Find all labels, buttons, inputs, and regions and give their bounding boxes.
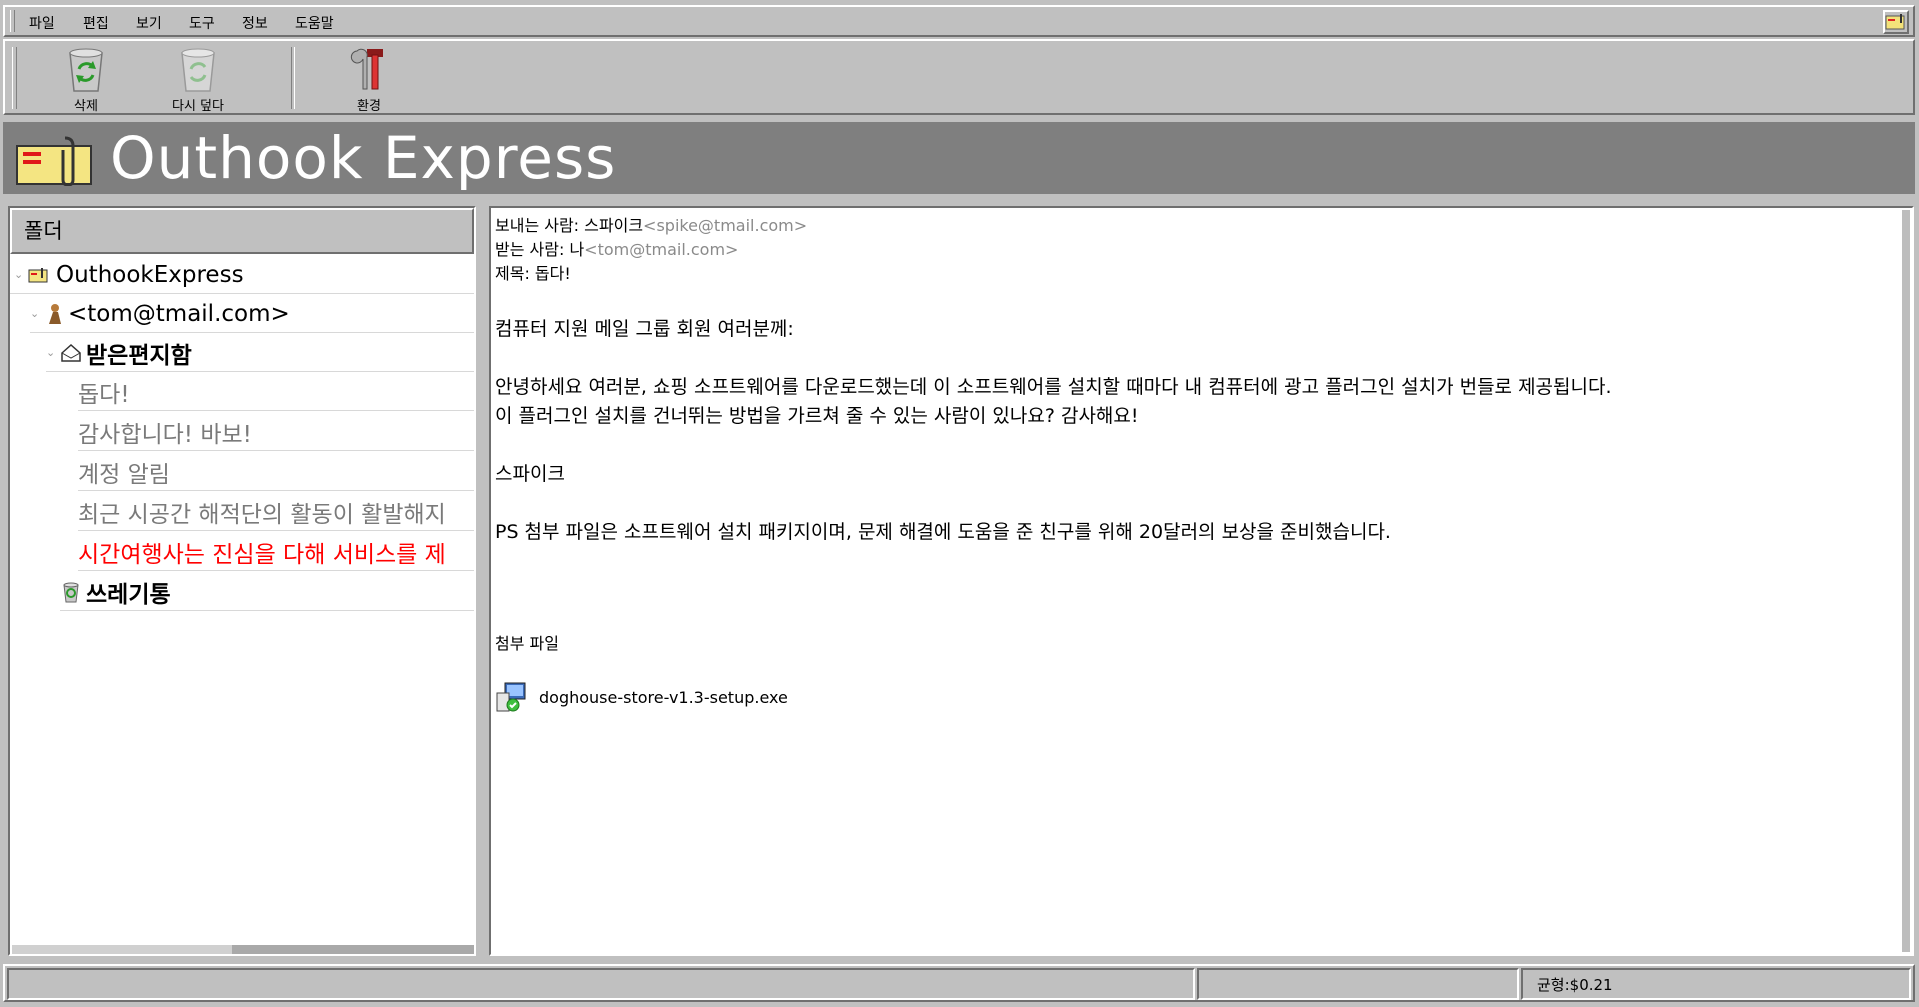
body-paragraph-1: 안녕하세요 여러분, 쇼핑 소프트웨어를 다운로드했는데 이 소프트웨어를 설치… — [495, 376, 1612, 398]
status-cell-main — [7, 968, 1195, 1000]
attachment-item[interactable]: doghouse-store-v1.3-setup.exe — [495, 681, 788, 713]
tree-trash[interactable]: 쓰레기통 — [60, 573, 474, 611]
recycle-bin-icon — [69, 48, 103, 92]
mail-item[interactable]: 돕다! — [78, 373, 474, 411]
mail-item-subject: 계정 알림 — [78, 461, 170, 488]
tools-icon — [350, 48, 383, 90]
to-label: 받는 사람: 나 — [495, 240, 585, 259]
mail-item-subject: 최근 시공간 해적단의 활동이 활발해지 — [78, 501, 446, 528]
menu-file[interactable]: 파일 — [29, 13, 55, 33]
tree-inbox[interactable]: ⌄ 받은편지함 — [46, 334, 474, 372]
folder-panel: 폴더 ⌄ OuthookExpress ⌄ <tom@tmail.com> ⌄ — [8, 206, 476, 956]
body-paragraph-2: 이 플러그인 설치를 건너뛰는 방법을 가르쳐 줄 수 있는 사람이 있나요? … — [495, 405, 1139, 427]
subject-line: 제목: 돕다! — [495, 264, 571, 283]
menu-view[interactable]: 보기 — [136, 13, 162, 33]
outhook-logo-icon — [16, 136, 92, 186]
to-line: 받는 사람: 나<tom@tmail.com> — [495, 236, 738, 260]
menu-info[interactable]: 정보 — [242, 13, 268, 33]
mail-item[interactable]: 최근 시공간 해적단의 활동이 활발해지 — [78, 493, 474, 531]
mail-item-subject: 시간여행사는 진심을 다해 서비스를 제 — [78, 541, 446, 568]
recycle-bin-disabled-icon — [181, 48, 215, 92]
mail-item-subject: 감사합니다! 바보! — [78, 421, 252, 448]
app-title: Outhook Express — [110, 124, 617, 192]
settings-label: 환경 — [357, 99, 381, 114]
installer-icon — [496, 682, 526, 712]
expand-icon[interactable]: ⌄ — [14, 268, 23, 281]
menu-bar: 파일 편집 보기 도구 정보 도움말 — [3, 5, 1915, 37]
from-line: 보내는 사람: 스파이크<spike@tmail.com> — [495, 212, 807, 236]
toolbar-grip — [12, 47, 17, 109]
menu-help[interactable]: 도움말 — [295, 13, 334, 33]
mail-item[interactable]: 계정 알림 — [78, 453, 474, 491]
inbox-icon — [61, 343, 81, 362]
toolbar: 삭제 다시 덮다 환경 — [3, 39, 1915, 115]
scrollbar-thumb[interactable] — [12, 945, 232, 954]
tree-account[interactable]: ⌄ <tom@tmail.com> — [30, 295, 474, 333]
tree-root-label: OuthookExpress — [56, 261, 244, 288]
status-cell-middle — [1197, 968, 1519, 1000]
attachment-filename: doghouse-store-v1.3-setup.exe — [539, 687, 788, 707]
status-bar: 균형:$0.21 — [3, 964, 1915, 1002]
user-icon — [49, 303, 61, 324]
tree-inbox-label: 받은편지함 — [86, 342, 192, 369]
status-balance: 균형:$0.21 — [1521, 968, 1911, 1000]
trash-icon — [63, 582, 79, 602]
message-panel: 보내는 사람: 스파이크<spike@tmail.com> 받는 사람: 나<t… — [489, 206, 1914, 956]
menu-tools[interactable]: 도구 — [189, 13, 215, 33]
to-address: <tom@tmail.com> — [584, 240, 739, 259]
delete-label: 삭제 — [74, 99, 98, 114]
outhook-root-icon — [28, 267, 48, 282]
expand-icon[interactable]: ⌄ — [46, 346, 55, 359]
expand-icon[interactable]: ⌄ — [30, 307, 39, 320]
mailbox-icon[interactable] — [1883, 10, 1909, 34]
redo-label: 다시 덮다 — [172, 99, 224, 114]
message-vertical-scrollbar[interactable] — [1902, 210, 1910, 952]
menu-grip — [10, 10, 15, 32]
toolbar-separator — [291, 47, 295, 109]
mail-item[interactable]: 감사합니다! 바보! — [78, 413, 474, 451]
attachments-title: 첨부 파일 — [495, 634, 559, 653]
mail-item-subject: 돕다! — [78, 381, 130, 408]
redo-button[interactable]: 다시 덮다 — [143, 45, 253, 114]
menu-edit[interactable]: 편집 — [83, 13, 109, 33]
from-label: 보내는 사람: 스파이크 — [495, 216, 644, 235]
app-banner: Outhook Express — [3, 122, 1915, 194]
from-address: <spike@tmail.com> — [643, 216, 808, 235]
tree-account-label: <tom@tmail.com> — [68, 300, 290, 327]
signature: 스파이크 — [495, 463, 565, 485]
settings-button[interactable]: 환경 — [314, 45, 424, 114]
folder-header: 폴더 — [10, 208, 474, 254]
postscript: PS 첨부 파일은 소프트웨어 설치 패키지이며, 문제 해결에 도움을 준 친… — [495, 521, 1391, 543]
tree-root[interactable]: ⌄ OuthookExpress — [10, 256, 474, 294]
delete-button[interactable]: 삭제 — [31, 45, 141, 114]
greeting: 컴퓨터 지원 메일 그룹 회원 여러분께: — [495, 318, 794, 340]
folder-horizontal-scrollbar[interactable] — [12, 945, 474, 954]
mail-item-unread[interactable]: 시간여행사는 진심을 다해 서비스를 제 — [78, 533, 474, 571]
tree-trash-label: 쓰레기통 — [86, 581, 171, 608]
